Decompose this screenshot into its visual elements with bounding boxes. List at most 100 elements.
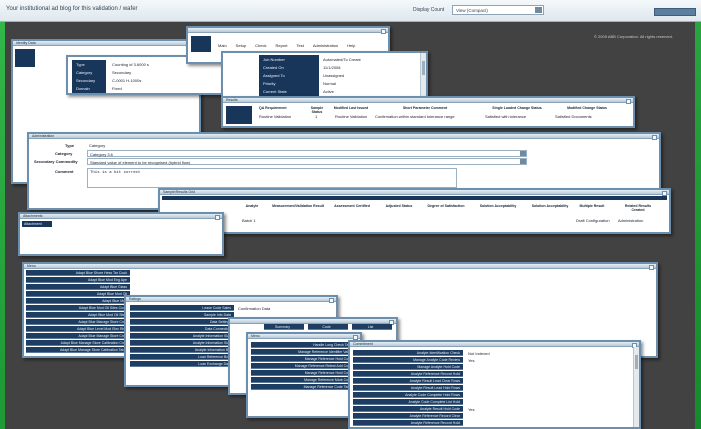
- check-menu-item[interactable]: Manage Reference Hold Code: [251, 356, 355, 362]
- commitment-item[interactable]: Analyte Reference Record Clear: [353, 413, 463, 419]
- tab-help[interactable]: Help: [347, 43, 355, 48]
- detail-value-2: C-0001 H-1000s: [112, 78, 142, 83]
- grid-window[interactable]: Sample/Results Grid Analyte Measurement/…: [158, 188, 671, 234]
- popup-nav-block: [191, 36, 211, 52]
- commitment-item[interactable]: Analyte Result Lead Hold Rows: [353, 385, 463, 391]
- results-header-5: Modified Change Status: [567, 106, 607, 110]
- popup-tab-bar: Main Setup Check Report Test Administrat…: [218, 43, 355, 48]
- detail-label-3: Domain: [76, 86, 90, 91]
- menu-window-title: Menu: [24, 264, 656, 270]
- summary-label-2: Assigned To: [263, 73, 285, 78]
- ratings-item[interactable]: Loan Exchange Data: [130, 361, 234, 367]
- tab-report[interactable]: Report: [275, 43, 287, 48]
- tab-main[interactable]: Main: [218, 43, 227, 48]
- results-cell-0: Routine Validation: [259, 114, 292, 119]
- comment-textarea[interactable]: This is a bit correct: [87, 168, 457, 188]
- tab-check[interactable]: Check: [255, 43, 266, 48]
- commitment-window-title: Commitment: [350, 342, 639, 348]
- commitment-item[interactable]: Analyte Code Complete List Hold: [353, 399, 463, 405]
- commitment-item[interactable]: Analyte Identification Check: [353, 350, 463, 356]
- identity-nav-block: [15, 49, 35, 67]
- commitment-item[interactable]: Manage Analyte Hold Code: [353, 364, 463, 370]
- menu-item[interactable]: Adapt Blue Level Mod Elec Rise: [26, 326, 130, 332]
- ratings-item[interactable]: Loan Reference Bold: [130, 354, 234, 360]
- grid-header-4: Degree of Satisfaction: [427, 204, 465, 208]
- results-header-4: Single Loaded Change Status: [492, 106, 542, 110]
- attachment-item[interactable]: Attachment: [22, 221, 52, 227]
- summary-scrollbar[interactable]: [420, 53, 426, 97]
- ratings-item[interactable]: Data Settings: [130, 319, 234, 325]
- results-header-1: Sample Status: [310, 106, 324, 114]
- menu-item[interactable]: Adapt Blue Mod Eng Ape: [26, 277, 130, 283]
- ratings-item[interactable]: Sample Info Data: [130, 312, 234, 318]
- tab-code[interactable]: Code: [308, 324, 348, 330]
- secondary-select[interactable]: Standard value of element to be recognis…: [87, 158, 527, 165]
- tab-administration[interactable]: Administration: [313, 43, 338, 48]
- check-menu-item[interactable]: Manage Reference Retest Add Code: [251, 363, 355, 369]
- commitment-item[interactable]: Manage Analyte Code Review: [353, 357, 463, 363]
- menu-item[interactable]: Adapt Blue Mod: [26, 298, 130, 304]
- grid-header-0: Analyte: [245, 204, 259, 208]
- commitment-item[interactable]: Analyte Result Hold Code: [353, 406, 463, 412]
- results-window-title: Results: [223, 98, 633, 104]
- check-menu-item[interactable]: Handle Long Check Task: [251, 342, 355, 348]
- results-window[interactable]: Results QA Requirement Sample Status Mod…: [221, 96, 635, 128]
- summary-label-3: Priority: [263, 81, 276, 86]
- detail-value-1: Secondary: [112, 70, 132, 75]
- chevron-down-icon[interactable]: [520, 151, 526, 156]
- tab-list[interactable]: List: [352, 324, 392, 330]
- commitment-scrollbar[interactable]: [633, 347, 639, 427]
- display-label: Display Count: [413, 7, 445, 13]
- chevron-down-icon[interactable]: [535, 7, 542, 13]
- display-select-value: View (Compact): [456, 8, 488, 13]
- detail-value-3: Fixed: [112, 86, 122, 91]
- check-menu-item[interactable]: Manage Reference Identifier Value: [251, 349, 355, 355]
- grid-cell-1: Administration: [618, 218, 644, 223]
- menu-item[interactable]: Adapt Blue Mod Oil Sites: [26, 312, 130, 318]
- top-bar: Your institutional ad blog for this vali…: [0, 0, 701, 22]
- ratings-item[interactable]: Lease Code Sales: [130, 305, 234, 311]
- summary-label-1: Created On: [263, 65, 284, 70]
- commitment-item[interactable]: Analyte Reference Record Hold: [353, 371, 463, 377]
- attachments-window[interactable]: Attachments Attachment: [18, 212, 224, 256]
- commitment-window[interactable]: Commitment Analyte Identification Check …: [348, 340, 641, 429]
- tab-setup[interactable]: Setup: [236, 43, 246, 48]
- menu-item[interactable]: Adapt Blue Manage Store Creg: [26, 333, 130, 339]
- results-header-2: Modified Last Issued: [333, 106, 369, 110]
- ratings-item[interactable]: Analyte Information Bin: [130, 347, 234, 353]
- attachments-window-title: Attachments: [20, 214, 222, 220]
- check-menu-item[interactable]: Manage Reference Mark Code: [251, 377, 355, 383]
- tab-summary[interactable]: Summary: [264, 324, 304, 330]
- grid-window-title: Sample/Results Grid: [160, 190, 669, 196]
- chevron-down-icon[interactable]: [520, 159, 526, 164]
- ratings-item[interactable]: Analyte Information Slab: [130, 340, 234, 346]
- menu-item[interactable]: Adapt Blue Shore Hess Tar Cook: [26, 270, 130, 276]
- category-select[interactable]: Category 3.6: [87, 150, 527, 157]
- summary-label-4: Current State: [263, 89, 287, 94]
- menu-item[interactable]: Adapt Blue Mod Oil Sites Code: [26, 305, 130, 311]
- tab-test[interactable]: Test: [296, 43, 303, 48]
- menu-item[interactable]: Adapt Blue Glass: [26, 284, 130, 290]
- menu-item[interactable]: Adapt Blue Mod Oil: [26, 291, 130, 297]
- ratings-item[interactable]: Data Connection: [130, 326, 234, 332]
- commitment-item[interactable]: Analyte Result Lead Clear Rows: [353, 378, 463, 384]
- menu-item[interactable]: Adapt Blue Manage Store Calibration Tabl…: [26, 347, 130, 353]
- check-menu-window-title: Menu: [248, 334, 360, 340]
- top-action-button[interactable]: [654, 8, 696, 16]
- display-select[interactable]: View (Compact): [452, 5, 544, 15]
- commitment-item[interactable]: Analyte Reference Record Hold: [353, 420, 463, 426]
- ratings-window-title: Ratings: [126, 297, 336, 303]
- check-menu-item[interactable]: Manage Reference Hold Code: [251, 370, 355, 376]
- summary-window[interactable]: Job Number Created On Assigned To Priori…: [221, 51, 428, 99]
- category-window-title: Administration: [29, 134, 659, 140]
- grid-cell-first: Batch 1: [242, 218, 256, 223]
- check-menu-window[interactable]: Menu Handle Long Check Task Manage Refer…: [246, 332, 362, 418]
- check-menu-item[interactable]: Manage Reference Code Table: [251, 384, 355, 390]
- menu-item[interactable]: Adapt Blue Manage Store Calibration Creg: [26, 340, 130, 346]
- menu-item[interactable]: Adapt Blue Manage Store Creg: [26, 319, 130, 325]
- commitment-value: Yes: [468, 407, 475, 412]
- summary-value-2: Unassigned: [323, 73, 345, 78]
- grid-cell-0: Draft Configuration: [576, 218, 610, 223]
- commitment-item[interactable]: Analyte Code Complete Hold Rows: [353, 392, 463, 398]
- ratings-item[interactable]: Analyte Information Slab: [130, 333, 234, 339]
